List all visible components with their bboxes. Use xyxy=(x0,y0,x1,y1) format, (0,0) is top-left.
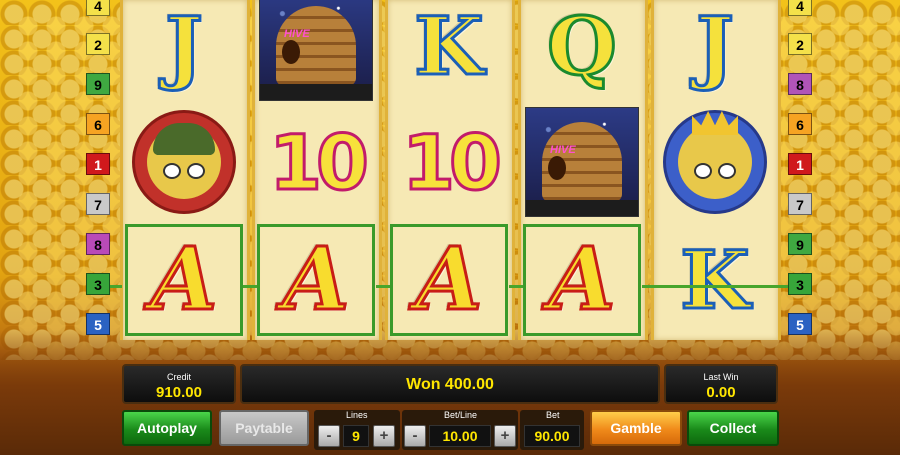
line-number[interactable]: 7 xyxy=(788,193,812,215)
lines-value: 9 xyxy=(343,425,369,447)
symbol-j: J xyxy=(164,0,205,93)
gamble-button[interactable]: Gamble xyxy=(590,410,682,446)
bet-line-label: Bet/Line xyxy=(444,410,478,420)
symbol-beehive: HIVE xyxy=(257,0,375,102)
last-win-panel: Last Win 0.00 xyxy=(664,364,778,404)
line-number[interactable]: 8 xyxy=(788,73,812,95)
symbol-a-winning: A xyxy=(390,224,508,336)
line-number[interactable]: 8 xyxy=(86,233,110,255)
bet-value: 90.00 xyxy=(524,425,580,447)
credit-value: 910.00 xyxy=(156,384,202,401)
win-line-segment xyxy=(642,285,788,288)
message-panel: Won 400.00 xyxy=(240,364,660,404)
king-bee-icon xyxy=(663,110,767,214)
credit-panel: Credit 910.00 xyxy=(122,364,236,404)
last-win-value: 0.00 xyxy=(706,384,736,401)
symbol-a-winning: A xyxy=(523,224,641,336)
reel-3: K 10 A xyxy=(385,0,515,340)
line-number-active[interactable]: 3 xyxy=(788,273,812,295)
line-number-active[interactable]: 3 xyxy=(86,273,110,295)
symbol-q: Q xyxy=(546,0,619,93)
line-number[interactable]: 5 xyxy=(86,313,110,335)
win-line-segment xyxy=(243,285,257,288)
beehive-icon: HIVE xyxy=(259,0,373,101)
symbol-a-winning: A xyxy=(125,224,243,336)
symbol-j: J xyxy=(695,0,736,93)
line-number[interactable]: 6 xyxy=(788,113,812,135)
line-number[interactable]: 1 xyxy=(86,153,110,175)
line-number[interactable]: 2 xyxy=(788,33,812,55)
autoplay-button[interactable]: Autoplay xyxy=(122,410,212,446)
reel-2: HIVE 10 A xyxy=(252,0,382,340)
symbol-k: K xyxy=(413,0,486,93)
line-number[interactable]: 4 xyxy=(788,0,812,16)
win-line-segment xyxy=(376,285,390,288)
line-number[interactable]: 1 xyxy=(788,153,812,175)
soldier-bee-icon xyxy=(132,110,236,214)
line-number[interactable]: 2 xyxy=(86,33,110,55)
line-number[interactable]: 9 xyxy=(86,73,110,95)
lines-plus-button[interactable]: + xyxy=(373,425,395,447)
bet-line-plus-button[interactable]: + xyxy=(494,425,516,447)
symbol-a-winning: A xyxy=(257,224,375,336)
line-number[interactable]: 5 xyxy=(788,313,812,335)
win-line-segment xyxy=(110,285,122,288)
paytable-button[interactable]: Paytable xyxy=(219,410,309,446)
reel-4: Q HIVE A xyxy=(518,0,648,340)
bet-line-value: 10.00 xyxy=(429,425,491,447)
last-win-label: Last Win xyxy=(703,372,739,382)
beehive-icon: HIVE xyxy=(525,107,639,217)
credit-label: Credit xyxy=(166,372,191,382)
line-number[interactable]: 4 xyxy=(86,0,110,16)
symbol-beehive: HIVE xyxy=(523,106,641,218)
reel-5: J K xyxy=(651,0,781,340)
symbol-k: K xyxy=(679,233,752,327)
line-number[interactable]: 6 xyxy=(86,113,110,135)
bet-label: Bet xyxy=(546,410,560,420)
symbol-ten: 10 xyxy=(268,116,371,208)
collect-button[interactable]: Collect xyxy=(687,410,779,446)
reel-1: J A xyxy=(120,0,250,340)
symbol-king-bee xyxy=(656,106,774,218)
lines-minus-button[interactable]: - xyxy=(318,425,340,447)
win-message: Won 400.00 xyxy=(406,376,494,393)
line-number[interactable]: 7 xyxy=(86,193,110,215)
bet-line-minus-button[interactable]: - xyxy=(404,425,426,447)
symbol-soldier-bee xyxy=(125,106,243,218)
win-line-segment xyxy=(509,285,523,288)
symbol-ten: 10 xyxy=(401,116,504,208)
line-number[interactable]: 9 xyxy=(788,233,812,255)
lines-label: Lines xyxy=(346,410,368,420)
